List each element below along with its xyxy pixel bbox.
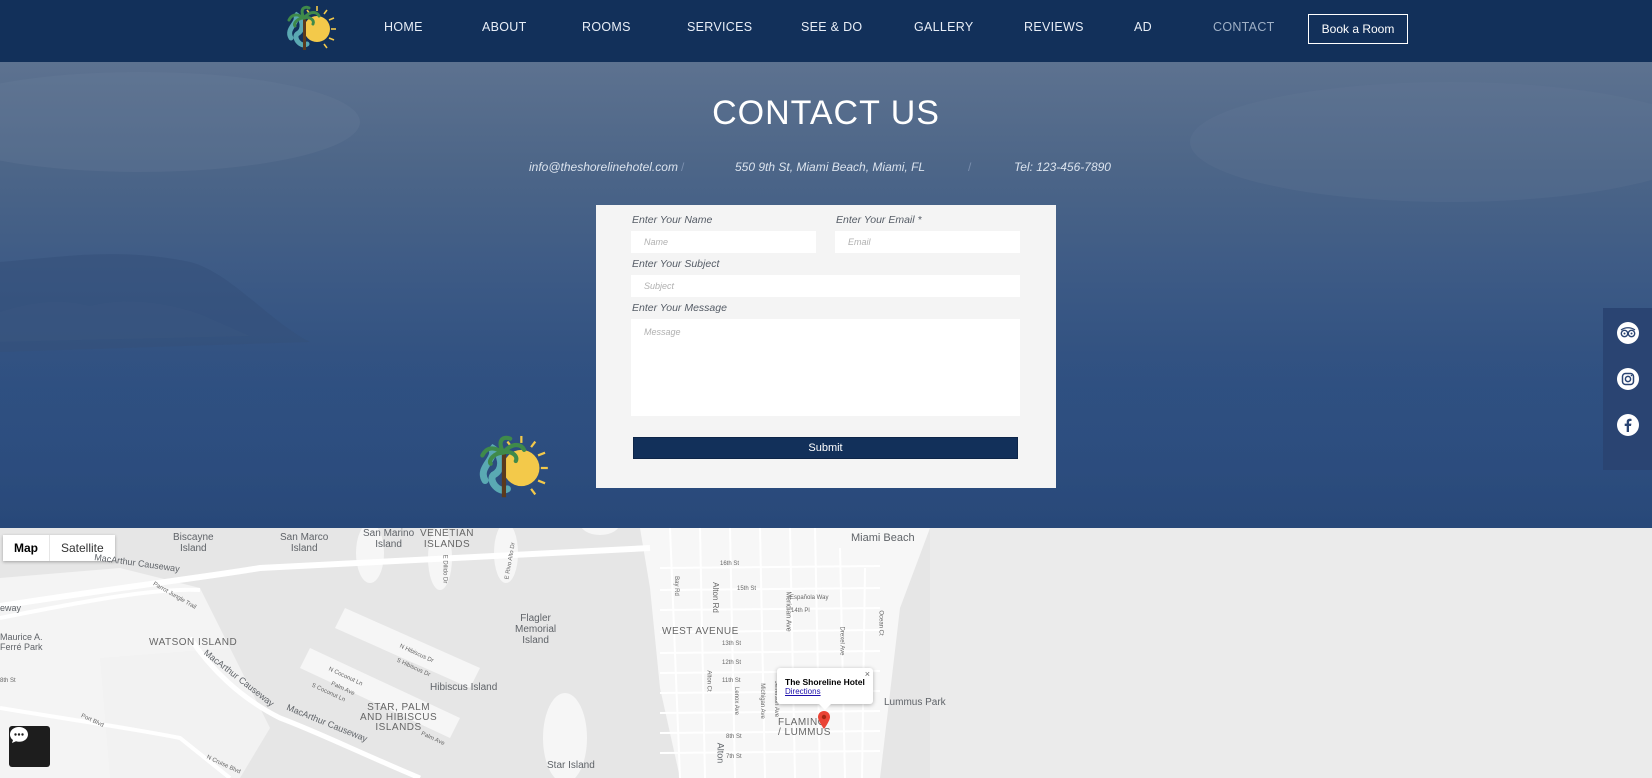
map-view-button[interactable]: Map: [3, 535, 50, 561]
map-label: 12th St: [722, 660, 742, 666]
nav-about[interactable]: ABOUT: [482, 20, 527, 34]
map-label: Hibiscus Island: [430, 682, 498, 693]
map-label: Miami Beach: [851, 532, 915, 544]
map-label: Alton Ct: [705, 670, 712, 692]
submit-button[interactable]: Submit: [633, 437, 1018, 459]
book-room-button[interactable]: Book a Room: [1308, 14, 1408, 44]
info-window-title: The Shoreline Hotel: [785, 677, 865, 687]
shoreline-logo-icon: [479, 435, 548, 498]
map-label: Española Way: [790, 595, 829, 601]
map-label: 8th St: [726, 734, 742, 740]
map-label: WEST AVENUE: [662, 626, 739, 637]
instagram-icon[interactable]: [1617, 368, 1639, 390]
map-label: Bay Rd: [672, 576, 679, 596]
map-roads: [0, 528, 1652, 778]
contact-hero: CONTACT US info@theshorelinehotel.com / …: [0, 62, 1652, 528]
email-label: Enter Your Email *: [836, 214, 922, 226]
contact-email[interactable]: info@theshorelinehotel.com: [529, 160, 678, 174]
subject-label: Enter Your Subject: [632, 258, 720, 270]
map-label: 14th Pl: [791, 608, 810, 614]
contact-separator: /: [968, 160, 972, 174]
map-label: STAR, PALM AND HIBISCUS ISLANDS: [360, 702, 438, 733]
map-label: 13th St: [722, 641, 742, 647]
message-label: Enter Your Message: [632, 302, 727, 314]
chat-bubble-icon[interactable]: [9, 726, 50, 767]
contact-address: 550 9th St, Miami Beach, Miami, FL: [735, 160, 926, 174]
contact-separator: /: [681, 160, 685, 174]
name-input[interactable]: [631, 231, 816, 253]
tripadvisor-icon[interactable]: [1617, 322, 1639, 344]
contact-phone: Tel: 123-456-7890: [1014, 160, 1111, 174]
map-label: E Dilido Dr: [441, 554, 448, 584]
map-info-window: The Shoreline Hotel Directions ×: [777, 668, 873, 710]
map-label: Star Island: [547, 760, 595, 771]
nav-services[interactable]: SERVICES: [687, 20, 752, 34]
map-label: San Marco Island: [280, 532, 329, 554]
nav-rooms[interactable]: ROOMS: [582, 20, 631, 34]
map-label: San Marino Island: [363, 528, 415, 550]
map-label: 16th St: [720, 561, 740, 567]
info-window-tail: [819, 704, 831, 710]
map-label: WATSON ISLAND: [149, 637, 238, 648]
message-textarea[interactable]: [631, 319, 1020, 416]
close-icon[interactable]: ×: [865, 669, 870, 679]
name-label: Enter Your Name: [632, 214, 713, 226]
facebook-icon[interactable]: [1617, 414, 1639, 436]
location-map[interactable]: Map Satellite Biscayne Island San Marco …: [0, 528, 1652, 778]
map-label: 11th St: [722, 678, 741, 684]
site-header: HOME ABOUT ROOMS SERVICES SEE & DO GALLE…: [0, 0, 1652, 62]
page-title: CONTACT US: [712, 94, 940, 132]
subject-input[interactable]: [631, 275, 1020, 297]
map-label: Ocean Ct: [877, 610, 884, 636]
map-label: 8th St: [0, 678, 16, 684]
map-label: VENETIAN ISLANDS: [420, 528, 475, 550]
map-label: Alton: [715, 742, 726, 764]
contact-form: Enter Your Name Enter Your Email * Enter…: [596, 205, 1056, 488]
nav-reviews[interactable]: REVIEWS: [1024, 20, 1084, 34]
social-bar: [1603, 308, 1652, 470]
map-label: Drexel Ave: [838, 626, 845, 656]
nav-contact[interactable]: CONTACT: [1213, 20, 1275, 34]
nav-home[interactable]: HOME: [384, 20, 423, 34]
map-label: Lummus Park: [884, 697, 946, 708]
directions-link[interactable]: Directions: [785, 687, 821, 696]
map-label: 15th St: [737, 586, 757, 592]
map-label: Alton Rd: [710, 582, 720, 613]
map-label: 7th St: [726, 754, 742, 760]
map-label: Michigan Ave: [758, 683, 765, 719]
map-label: Lenox Ave: [732, 687, 739, 715]
map-label: eway: [0, 603, 22, 613]
map-label: Biscayne Island: [173, 532, 214, 554]
nav-see-and-do[interactable]: SEE & DO: [801, 20, 862, 34]
map-pin-icon[interactable]: [818, 711, 830, 729]
nav-gallery[interactable]: GALLERY: [914, 20, 974, 34]
map-label: Maurice A. Ferré Park: [0, 632, 43, 652]
map-label: Flagler Memorial Island: [515, 613, 557, 646]
nav-ad[interactable]: AD: [1134, 20, 1152, 34]
email-field[interactable]: [835, 231, 1020, 253]
